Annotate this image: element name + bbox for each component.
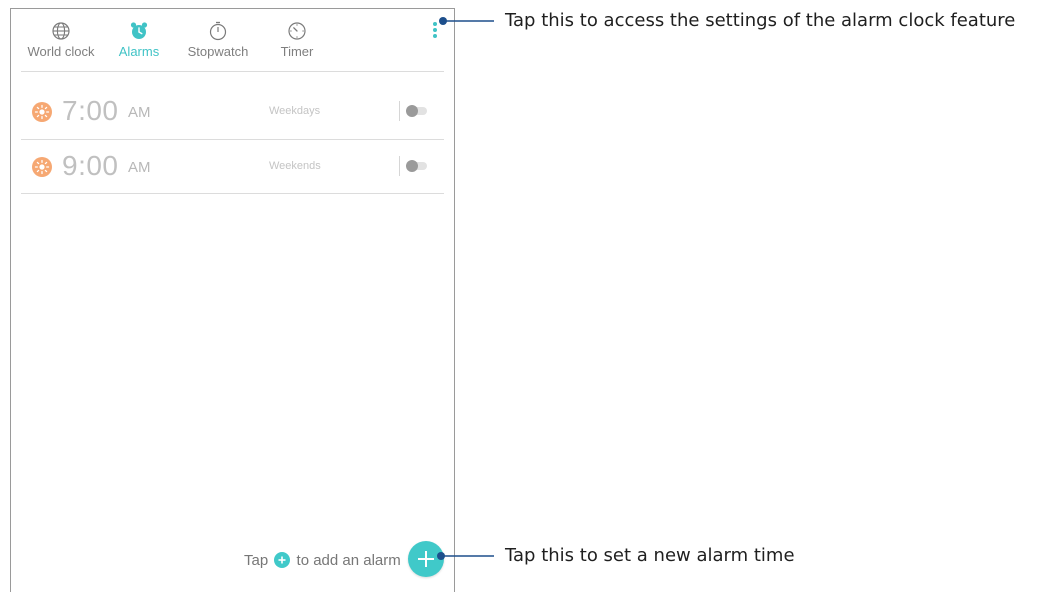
globe-icon (52, 22, 70, 40)
alarm-repeat: Weekends (269, 160, 321, 172)
tab-world-clock[interactable]: World clock (27, 21, 95, 59)
alarm-app-screen: World clock Alarms Stopwatch Timer 7:00 … (10, 8, 455, 592)
tab-label: Alarms (118, 44, 160, 59)
hint-suffix: to add an alarm (296, 552, 401, 569)
divider (21, 71, 444, 72)
alarm-repeat: Weekdays (269, 105, 321, 117)
callout-leader-settings (439, 17, 494, 25)
alarm-clock-icon (130, 22, 148, 39)
alarm-row[interactable]: 9:00 AM Weekends (21, 140, 444, 194)
alarm-time: 9:00 (62, 150, 119, 181)
tab-stopwatch[interactable]: Stopwatch (183, 21, 253, 59)
tab-alarms[interactable]: Alarms (115, 21, 163, 59)
callout-settings: Tap this to access the settings of the a… (505, 10, 1016, 31)
alarm-toggle[interactable] (406, 159, 428, 173)
add-circle-icon (274, 552, 291, 568)
tab-label: World clock (27, 44, 95, 59)
tab-bar: World clock Alarms Stopwatch Timer (11, 9, 456, 71)
callout-leader-add-alarm (437, 552, 494, 560)
sun-icon (32, 157, 52, 177)
timer-icon (288, 22, 306, 40)
alarm-ampm: AM (128, 159, 151, 176)
hint-prefix: Tap (244, 552, 269, 569)
alarm-time: 7:00 (62, 95, 119, 126)
divider (399, 101, 400, 121)
callout-add-alarm: Tap this to set a new alarm time (505, 545, 795, 566)
tab-timer[interactable]: Timer (275, 21, 319, 59)
divider (21, 193, 444, 194)
divider (399, 156, 400, 176)
stopwatch-icon (209, 21, 227, 41)
alarm-row[interactable]: 7:00 AM Weekdays (21, 85, 444, 139)
sun-icon (32, 102, 52, 122)
add-alarm-hint: Tap to add an alarm (244, 552, 401, 569)
alarm-ampm: AM (128, 104, 151, 121)
tab-label: Stopwatch (187, 44, 249, 59)
tab-label: Timer (280, 44, 314, 59)
alarm-toggle[interactable] (406, 104, 428, 118)
